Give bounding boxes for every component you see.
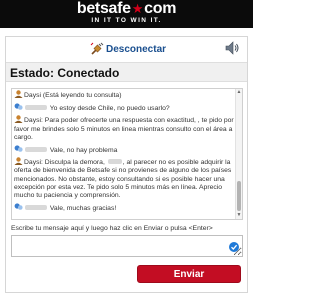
scrollbar-thumb[interactable] — [237, 181, 241, 211]
redacted-name — [25, 204, 47, 210]
redacted-name — [25, 146, 47, 152]
tagline: IN IT TO WIN IT. — [91, 17, 162, 24]
logo-text-right: com — [144, 0, 177, 17]
transcript-scrollbar[interactable]: ▲ ▼ — [235, 89, 242, 219]
redacted-name — [107, 159, 122, 165]
reading-notice: Daysi (Está leyendo tu consulta) — [14, 90, 234, 100]
list-item: Vale, muchas gracias! — [14, 203, 234, 213]
redacted-name — [25, 104, 47, 110]
betsafe-logo: betsafe★com — [0, 1, 253, 17]
disconnect-button[interactable]: Desconectar — [90, 41, 166, 57]
message-author: Daysi: — [24, 117, 45, 125]
message-author: Daysi: — [24, 159, 45, 167]
star-icon: ★ — [131, 1, 144, 16]
message-text: Yo estoy desde Chile, no puedo usarlo? — [48, 104, 170, 112]
message-input[interactable] — [11, 235, 243, 257]
chat-transcript[interactable]: Daysi (Está leyendo tu consulta) Yo esto… — [11, 88, 243, 220]
disconnect-label: Desconectar — [106, 43, 167, 55]
scroll-down-arrow-icon[interactable]: ▼ — [236, 212, 242, 219]
user-chat-icon — [14, 103, 23, 110]
chat-panel: Desconectar Estado: Conectado Daysi (Est… — [5, 36, 248, 293]
list-item: Daysi: Disculpa la demora, , al parecer … — [14, 157, 234, 200]
disconnect-plug-icon — [90, 42, 104, 55]
connection-status: Estado: Conectado — [10, 66, 120, 80]
message-text: Disculpa la demora, — [44, 159, 107, 167]
send-button[interactable]: Enviar — [137, 265, 241, 283]
list-item: Vale, no hay problema — [14, 144, 234, 155]
user-chat-icon — [14, 144, 23, 152]
compose-prompt: Escribe tu mensaje aquí y luego haz clic… — [11, 225, 213, 232]
reading-notice-text: Daysi (Está leyendo tu consulta) — [24, 92, 122, 99]
speaker-icon[interactable] — [225, 41, 240, 55]
message-text: Para poder ofrecerte una respuesta con e… — [14, 117, 234, 141]
scroll-up-arrow-icon[interactable]: ▲ — [236, 89, 242, 96]
message-text: Vale, muchas gracias! — [48, 204, 117, 212]
status-bar: Estado: Conectado — [6, 62, 247, 82]
spellcheck-icon[interactable] — [229, 242, 239, 252]
brand-header: betsafe★com IN IT TO WIN IT. — [0, 0, 253, 28]
user-chat-icon — [14, 203, 23, 210]
logo-text-left: betsafe — [76, 0, 131, 17]
agent-avatar-icon — [14, 157, 23, 166]
agent-avatar-icon — [14, 115, 23, 124]
message-list: Daysi (Está leyendo tu consulta) Yo esto… — [14, 90, 234, 215]
message-text: Vale, no hay problema — [48, 146, 118, 154]
list-item: Yo estoy desde Chile, no puedo usarlo? — [14, 103, 234, 113]
list-item: Daysi: Para poder ofrecerte una respuest… — [14, 115, 234, 142]
agent-avatar-icon — [14, 90, 23, 98]
chat-toolbar: Desconectar — [6, 37, 247, 59]
